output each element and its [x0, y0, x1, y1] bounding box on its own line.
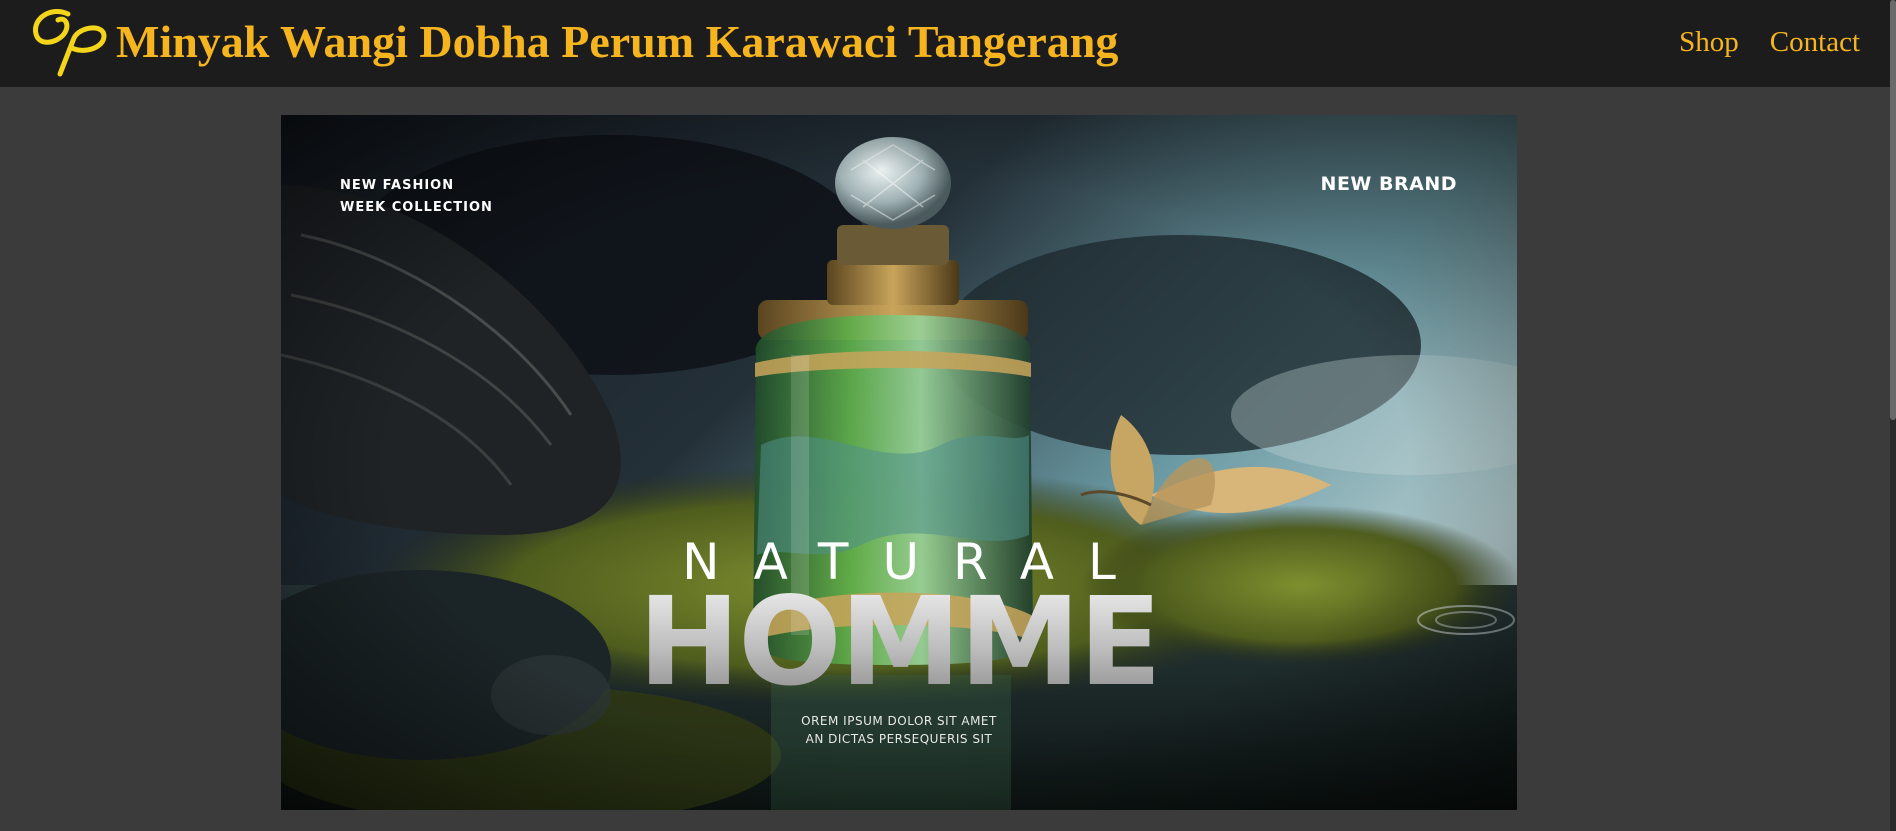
page: Minyak Wangi Dobha Perum Karawaci Tanger…	[0, 0, 1896, 831]
hero-banner-image: NEW FASHION WEEK COLLECTION NEW BRAND NA…	[281, 115, 1517, 810]
hero-tag-left: NEW FASHION WEEK COLLECTION	[340, 175, 493, 219]
vertical-scrollbar[interactable]	[1890, 0, 1896, 831]
main-nav: Shop Contact	[1679, 22, 1860, 62]
hero-tag-left-line2: WEEK COLLECTION	[340, 200, 493, 215]
hero-subline-1: OREM IPSUM DOLOR SIT AMET	[801, 714, 997, 728]
nav-contact-link[interactable]: Contact	[1770, 22, 1860, 62]
hero-subline-2: AN DICTAS PERSEQUERIS SIT	[805, 732, 993, 746]
hero-tag-right: NEW BRAND	[1320, 173, 1457, 195]
hero-headline-main: HOMME	[281, 577, 1517, 707]
hero-subline: OREM IPSUM DOLOR SIT AMET AN DICTAS PERS…	[281, 712, 1517, 748]
hero-tag-left-line1: NEW FASHION	[340, 178, 455, 193]
site-header: Minyak Wangi Dobha Perum Karawaci Tanger…	[0, 0, 1896, 87]
logo-icon[interactable]	[30, 4, 110, 80]
scrollbar-thumb[interactable]	[1890, 0, 1896, 420]
nav-shop-link[interactable]: Shop	[1679, 22, 1739, 62]
site-title[interactable]: Minyak Wangi Dobha Perum Karawaci Tanger…	[116, 14, 1118, 70]
